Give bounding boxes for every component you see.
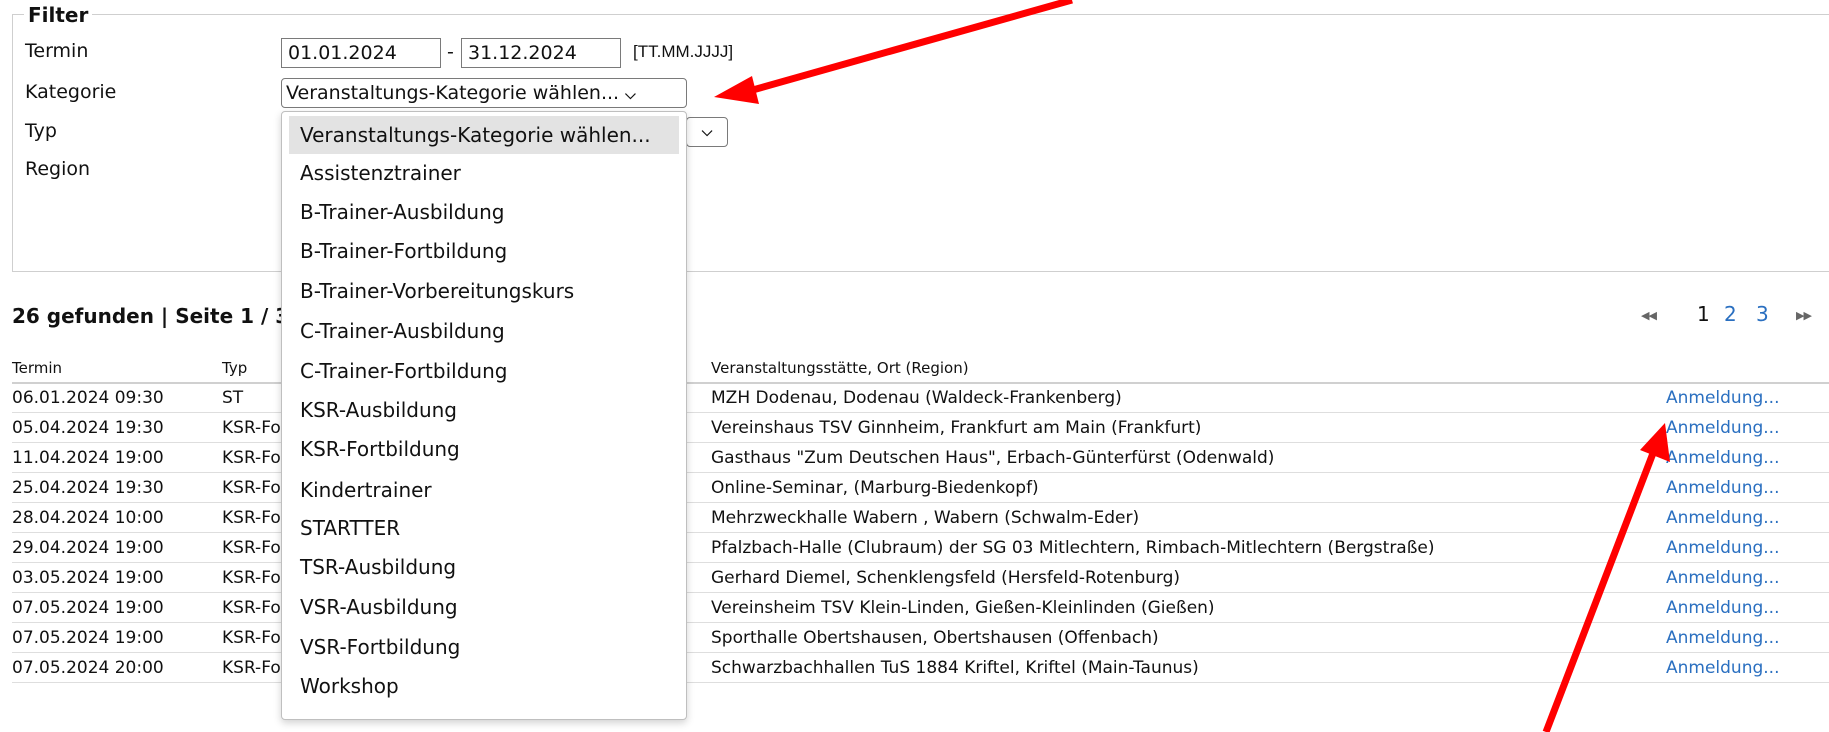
last-page-icon[interactable]: ▶▶	[1796, 309, 1812, 322]
typ-select[interactable]: ⌵	[686, 117, 728, 147]
pager-page-2[interactable]: 2	[1724, 302, 1737, 326]
registration-link[interactable]: Anmeldung...	[1666, 658, 1780, 678]
row-venue: Mehrzweckhalle Wabern , Wabern (Schwalm-…	[711, 508, 1140, 528]
kategorie-option[interactable]: Workshop	[289, 667, 679, 705]
kategorie-option[interactable]: B-Trainer-Ausbildung	[289, 193, 679, 231]
row-venue: MZH Dodenau, Dodenau (Waldeck-Frankenber…	[711, 388, 1122, 408]
row-venue: Gasthaus "Zum Deutschen Haus", Erbach-Gü…	[711, 448, 1275, 468]
row-venue: Online-Seminar, (Marburg-Biedenkopf)	[711, 478, 1039, 498]
date-format-hint: [TT.MM.JJJJ]	[633, 42, 734, 61]
kategorie-option[interactable]: VSR-Fortbildung	[289, 628, 679, 666]
row-venue: Vereinshaus TSV Ginnheim, Frankfurt am M…	[711, 418, 1202, 438]
chevron-down-icon: ⌵	[701, 124, 713, 140]
row-venue: Sporthalle Obertshausen, Obertshausen (O…	[711, 628, 1159, 648]
result-count: 26 gefunden | Seite 1 / 3	[12, 304, 290, 328]
kategorie-option[interactable]: VSR-Ausbildung	[289, 588, 679, 626]
row-termin: 29.04.2024 19:00	[12, 538, 164, 558]
registration-link[interactable]: Anmeldung...	[1666, 538, 1780, 558]
pager-page-1[interactable]: 1	[1697, 302, 1710, 326]
column-header-termin: Termin	[12, 359, 63, 377]
kategorie-option[interactable]: KSR-Ausbildung	[289, 391, 679, 429]
kategorie-option[interactable]: C-Trainer-Fortbildung	[289, 352, 679, 390]
kategorie-option[interactable]: Kindertrainer	[289, 471, 679, 509]
kategorie-option[interactable]: STARTTER	[289, 509, 679, 547]
kategorie-option[interactable]: C-Trainer-Ausbildung	[289, 312, 679, 350]
kategorie-select[interactable]: Veranstaltungs-Kategorie wählen... ⌵	[281, 78, 687, 108]
row-termin: 03.05.2024 19:00	[12, 568, 164, 588]
date-separator: -	[447, 41, 454, 63]
row-venue: Schwarzbachhallen TuS 1884 Kriftel, Krif…	[711, 658, 1199, 678]
row-termin: 06.01.2024 09:30	[12, 388, 164, 408]
kategorie-select-value: Veranstaltungs-Kategorie wählen...	[286, 82, 620, 104]
row-termin: 28.04.2024 10:00	[12, 508, 164, 528]
pager-page-3[interactable]: 3	[1756, 302, 1769, 326]
row-termin: 07.05.2024 19:00	[12, 628, 164, 648]
kategorie-dropdown-list: Veranstaltungs-Kategorie wählen... Assis…	[281, 111, 687, 720]
column-header-venue: Veranstaltungsstätte, Ort (Region)	[711, 359, 969, 377]
kategorie-option[interactable]: B-Trainer-Vorbereitungskurs	[289, 272, 679, 310]
region-label: Region	[25, 158, 91, 180]
registration-link[interactable]: Anmeldung...	[1666, 448, 1780, 468]
kategorie-option[interactable]: TSR-Ausbildung	[289, 548, 679, 586]
registration-link[interactable]: Anmeldung...	[1666, 628, 1780, 648]
kategorie-option[interactable]: Veranstaltungs-Kategorie wählen...	[289, 116, 679, 154]
filter-legend: Filter	[24, 3, 93, 27]
registration-link[interactable]: Anmeldung...	[1666, 388, 1780, 408]
column-header-typ: Typ	[222, 359, 248, 377]
row-venue: Pfalzbach-Halle (Clubraum) der SG 03 Mit…	[711, 538, 1435, 558]
kategorie-option[interactable]: Assistenztrainer	[289, 154, 679, 192]
row-termin: 07.05.2024 19:00	[12, 598, 164, 618]
row-termin: 05.04.2024 19:30	[12, 418, 164, 438]
row-venue: Gerhard Diemel, Schenklengsfeld (Hersfel…	[711, 568, 1181, 588]
row-termin: 25.04.2024 19:30	[12, 478, 164, 498]
first-page-icon[interactable]: ◀◀	[1641, 309, 1657, 322]
row-termin: 11.04.2024 19:00	[12, 448, 164, 468]
arrow-to-registration-icon	[1542, 423, 1670, 732]
termin-label: Termin	[25, 40, 89, 62]
kategorie-option[interactable]: KSR-Fortbildung	[289, 430, 679, 468]
kategorie-label: Kategorie	[25, 81, 117, 103]
date-from-input[interactable]: 01.01.2024	[281, 38, 441, 68]
registration-link[interactable]: Anmeldung...	[1666, 598, 1780, 618]
date-to-input[interactable]: 31.12.2024	[461, 38, 621, 68]
registration-link[interactable]: Anmeldung...	[1666, 508, 1780, 528]
kategorie-option[interactable]: B-Trainer-Fortbildung	[289, 232, 679, 270]
row-venue: Vereinsheim TSV Klein-Linden, Gießen-Kle…	[711, 598, 1215, 618]
registration-link[interactable]: Anmeldung...	[1666, 418, 1780, 438]
typ-label: Typ	[25, 120, 57, 142]
registration-link[interactable]: Anmeldung...	[1666, 568, 1780, 588]
registration-link[interactable]: Anmeldung...	[1666, 478, 1780, 498]
chevron-down-icon: ⌵	[625, 87, 636, 103]
row-termin: 07.05.2024 20:00	[12, 658, 164, 678]
